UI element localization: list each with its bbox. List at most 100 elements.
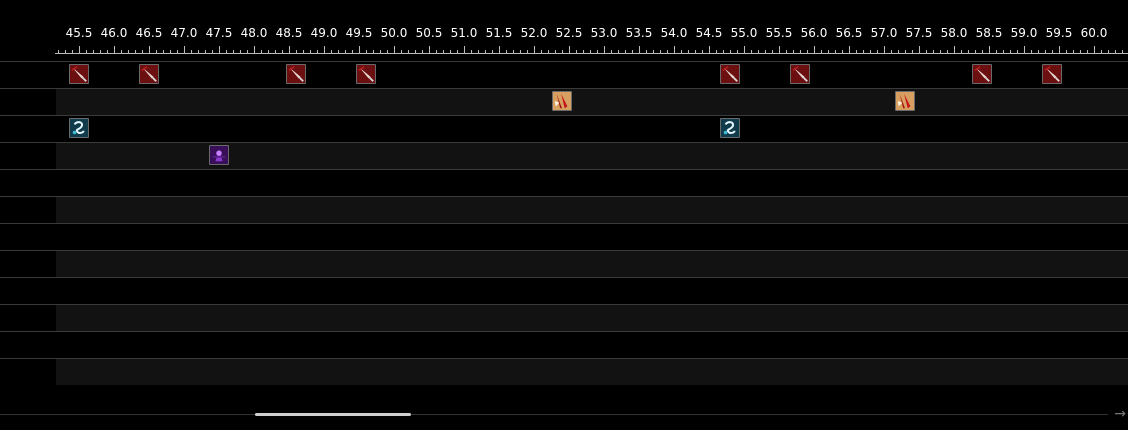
ruler-minor-tick xyxy=(961,50,962,54)
ruler-minor-tick xyxy=(100,50,101,54)
ruler-minor-tick xyxy=(408,50,409,54)
ruler-minor-tick xyxy=(793,50,794,54)
ruler-minor-tick xyxy=(695,50,696,54)
ruler-minor-tick xyxy=(702,50,703,54)
ruler-minor-tick xyxy=(422,50,423,54)
ruler-minor-tick xyxy=(219,50,220,54)
ruler-minor-tick xyxy=(1073,50,1074,54)
ruler-tick-label: 46.0 xyxy=(100,26,128,40)
track-gutter xyxy=(0,305,56,331)
ruler-minor-tick xyxy=(688,50,689,54)
ruler-minor-tick xyxy=(429,50,430,54)
horizontal-scroll-thumb[interactable] xyxy=(255,413,411,416)
ruler-minor-tick xyxy=(576,50,577,54)
ruler-minor-tick xyxy=(1115,50,1116,54)
horizontal-scroll-track[interactable] xyxy=(0,414,1108,415)
ruler-tick-label: 51.0 xyxy=(450,26,478,40)
ruler-minor-tick xyxy=(898,50,899,54)
ruler-minor-tick xyxy=(233,50,234,54)
ruler-minor-tick xyxy=(170,50,171,54)
red-slash-ability-icon[interactable] xyxy=(972,64,992,84)
ruler-minor-tick xyxy=(954,50,955,54)
ruler-minor-tick xyxy=(618,50,619,54)
ruler-minor-tick xyxy=(989,50,990,54)
ruler-minor-tick xyxy=(1122,50,1123,54)
ruler-minor-tick xyxy=(240,50,241,54)
ruler-minor-tick xyxy=(590,50,591,54)
ruler-minor-tick xyxy=(128,50,129,54)
ruler-minor-tick xyxy=(121,50,122,54)
ruler-minor-tick xyxy=(548,50,549,54)
purple-shadow-ability-icon[interactable] xyxy=(209,145,229,165)
ruler-minor-tick xyxy=(135,50,136,54)
water-swirl-ability-icon[interactable] xyxy=(69,118,89,138)
ruler-minor-tick xyxy=(436,50,437,54)
ruler-minor-tick xyxy=(541,50,542,54)
ruler-minor-tick xyxy=(835,50,836,54)
ruler-minor-tick xyxy=(800,50,801,54)
ruler-minor-tick xyxy=(884,50,885,54)
ruler-minor-tick xyxy=(975,50,976,54)
ruler-minor-tick xyxy=(681,50,682,54)
timeline-track-row xyxy=(0,223,1128,250)
ruler-minor-tick xyxy=(940,50,941,54)
track-gutter xyxy=(0,224,56,250)
ruler-minor-tick xyxy=(660,50,661,54)
ruler-minor-tick xyxy=(1059,50,1060,54)
ruler-minor-tick xyxy=(807,50,808,54)
ruler-tick-label: 49.5 xyxy=(345,26,373,40)
ruler-minor-tick xyxy=(380,50,381,54)
ruler-minor-tick xyxy=(562,50,563,54)
ruler-minor-tick xyxy=(198,50,199,54)
ruler-minor-tick xyxy=(1010,50,1011,54)
ruler-minor-tick xyxy=(653,50,654,54)
ruler-minor-tick xyxy=(611,50,612,54)
red-slash-ability-icon[interactable] xyxy=(356,64,376,84)
water-swirl-ability-icon[interactable] xyxy=(720,118,740,138)
ruler-minor-tick xyxy=(65,50,66,54)
timeline-track-row xyxy=(0,250,1128,277)
ruler-minor-tick xyxy=(282,50,283,54)
timeline-track-row xyxy=(0,142,1128,169)
ruler-minor-tick xyxy=(856,50,857,54)
ruler-minor-tick xyxy=(93,50,94,54)
ruler-tick-label: 49.0 xyxy=(310,26,338,40)
fire-claw-ability-icon[interactable] xyxy=(552,91,572,111)
ruler-minor-tick xyxy=(72,50,73,54)
ruler-minor-tick xyxy=(338,50,339,54)
ruler-minor-tick xyxy=(471,50,472,54)
ruler-minor-tick xyxy=(912,50,913,54)
ruler-minor-tick xyxy=(765,50,766,54)
fire-claw-ability-icon[interactable] xyxy=(895,91,915,111)
ruler-minor-tick xyxy=(275,50,276,54)
red-slash-ability-icon[interactable] xyxy=(790,64,810,84)
ruler-minor-tick xyxy=(485,50,486,54)
timeline-track-row xyxy=(0,304,1128,331)
track-gutter xyxy=(0,278,56,304)
ruler-minor-tick xyxy=(639,50,640,54)
ruler-minor-tick xyxy=(870,50,871,54)
red-slash-ability-icon[interactable] xyxy=(139,64,159,84)
ruler-minor-tick xyxy=(891,50,892,54)
red-slash-ability-icon[interactable] xyxy=(1042,64,1062,84)
ruler-minor-tick xyxy=(205,50,206,54)
ruler-minor-tick xyxy=(877,50,878,54)
ruler-minor-tick xyxy=(947,50,948,54)
ruler-minor-tick xyxy=(674,50,675,54)
ruler-minor-tick xyxy=(863,50,864,54)
ruler-minor-tick xyxy=(310,50,311,54)
ruler-minor-tick xyxy=(1038,50,1039,54)
red-slash-ability-icon[interactable] xyxy=(720,64,740,84)
scroll-right-arrow-icon[interactable]: → xyxy=(1114,405,1126,423)
ruler-minor-tick xyxy=(1052,50,1053,54)
ruler-minor-tick xyxy=(667,50,668,54)
red-slash-ability-icon[interactable] xyxy=(69,64,89,84)
ruler-minor-tick xyxy=(296,50,297,54)
ruler-tick-label: 56.0 xyxy=(800,26,828,40)
ruler-minor-tick xyxy=(401,50,402,54)
ruler-minor-tick xyxy=(772,50,773,54)
red-slash-ability-icon[interactable] xyxy=(286,64,306,84)
ruler-minor-tick xyxy=(625,50,626,54)
ruler-minor-tick xyxy=(247,50,248,54)
ruler-minor-tick xyxy=(58,50,59,54)
